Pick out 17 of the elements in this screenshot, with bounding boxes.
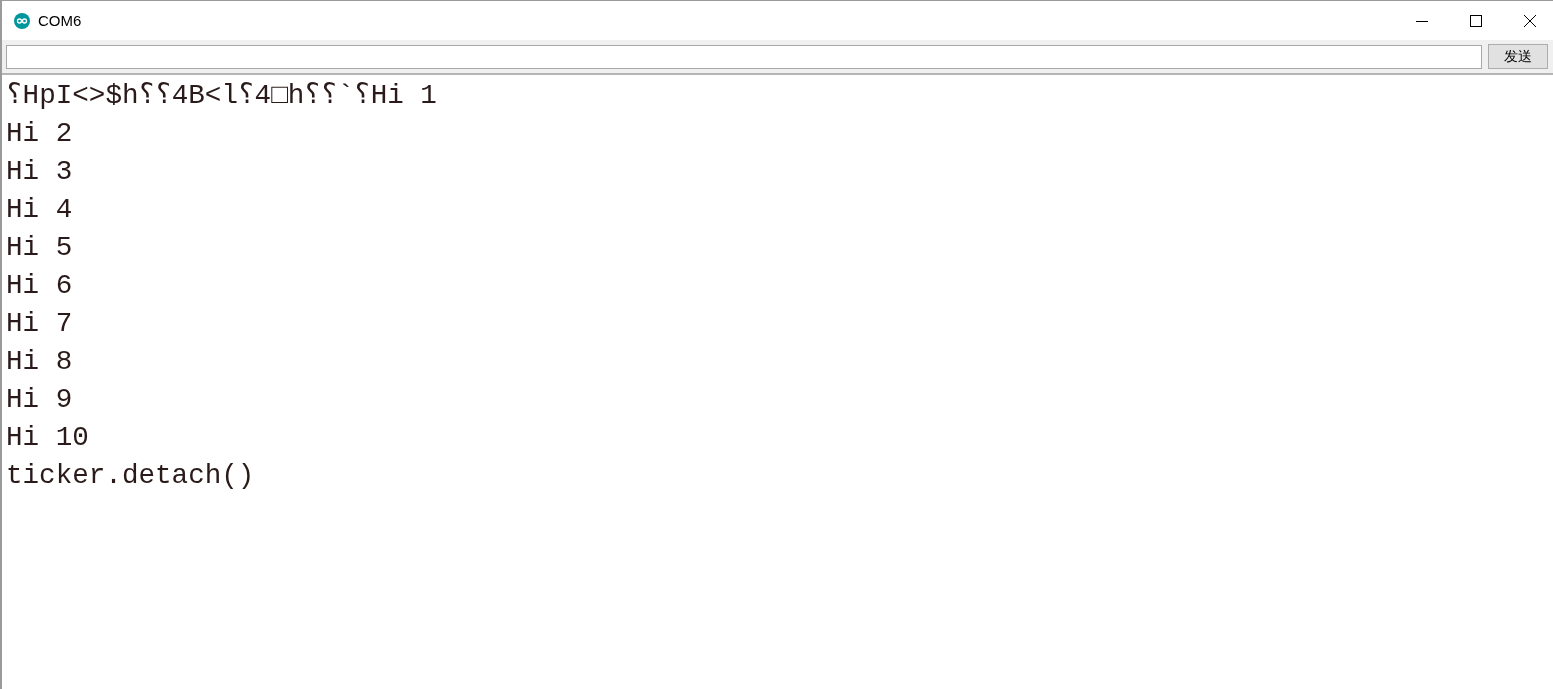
output-line: Hi 10 [6, 421, 90, 455]
output-line: Hi 4 [6, 193, 74, 227]
input-field[interactable] [6, 44, 1482, 69]
maximize-icon[interactable] [1470, 14, 1482, 27]
output-line: Hi 5 [6, 231, 74, 265]
output-line: Hi 8 [6, 345, 74, 379]
output-line: Hi 9 [6, 383, 74, 417]
window-title: COM6 [38, 12, 82, 29]
output-line: ticker.detach() [6, 459, 256, 493]
output-line: ⸮HpI<>$h⸮⸮4B<l⸮4□h⸮⸮`⸮Hi 1 [6, 79, 438, 113]
output-line: Hi 7 [6, 307, 74, 341]
output-line: Hi 3 [6, 155, 74, 189]
close-icon[interactable] [1524, 14, 1536, 27]
send-button[interactable]: 发送 [1488, 44, 1548, 69]
output-line: Hi 2 [6, 117, 74, 151]
output-line: Hi 6 [6, 269, 74, 303]
app-logo-icon [14, 12, 30, 29]
